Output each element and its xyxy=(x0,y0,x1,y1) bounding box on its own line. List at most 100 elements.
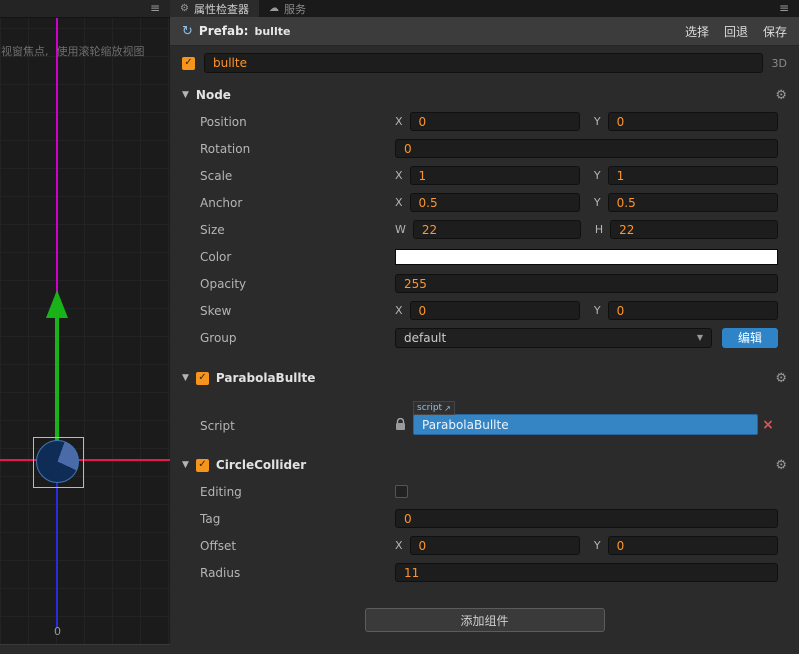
footer: 添加组件 xyxy=(170,608,799,632)
menu-icon[interactable]: ≡ xyxy=(150,1,160,15)
axis-x-label: X xyxy=(395,304,403,317)
inspector-panel: ⚙ 属性检查器 ☁ 服务 ≡ ↻ Prefab: bullte 选择 回退 保存… xyxy=(170,0,799,654)
scale-x-input[interactable] xyxy=(409,166,580,185)
prefab-sync-icon: ↻ xyxy=(182,23,193,39)
skew-y-input[interactable] xyxy=(607,301,778,320)
gear-icon[interactable]: ⚙ xyxy=(775,458,787,473)
script-badge-label: script xyxy=(417,403,443,413)
color-swatch[interactable] xyxy=(395,248,778,265)
prefab-select-link[interactable]: 选择 xyxy=(685,23,709,40)
property-row-rotation: Rotation xyxy=(170,135,799,162)
prefab-bar: ↻ Prefab: bullte 选择 回退 保存 xyxy=(170,17,799,46)
property-row-scale: Scale X Y xyxy=(170,162,799,189)
anchor-x-input[interactable] xyxy=(409,193,580,212)
scale-y-input[interactable] xyxy=(607,166,778,185)
axis-y-label: Y xyxy=(593,115,601,128)
bullet-sprite[interactable] xyxy=(36,440,79,483)
property-label: Size xyxy=(200,222,225,237)
offset-x-input[interactable] xyxy=(409,536,580,555)
scene-grid xyxy=(0,0,170,654)
prefab-revert-link[interactable]: 回退 xyxy=(724,23,748,40)
offset-y-input[interactable] xyxy=(607,536,778,555)
remove-script-button[interactable]: × xyxy=(758,417,778,433)
scene-view[interactable]: 0 视窗焦点, 使用滚轮缩放视图 ≡ xyxy=(0,0,171,654)
scene-hint-right: 使用滚轮缩放视图 xyxy=(56,45,145,58)
property-label: Offset xyxy=(200,538,237,553)
group-dropdown[interactable]: default ▼ xyxy=(395,327,712,348)
scene-hint-left: 视窗焦点, xyxy=(1,45,49,58)
section-title: CircleCollider xyxy=(215,458,307,472)
property-row-position: Position X Y xyxy=(170,108,799,135)
move-gizmo-y-arrowhead[interactable] xyxy=(46,290,68,318)
collapse-arrow-icon[interactable]: ▼ xyxy=(182,460,189,470)
external-link-icon: ↗ xyxy=(444,403,451,413)
skew-x-input[interactable] xyxy=(409,301,580,320)
chevron-down-icon: ▼ xyxy=(696,333,703,342)
component-enabled-checkbox[interactable]: ✓ xyxy=(195,458,209,472)
property-label: Opacity xyxy=(200,276,247,291)
gear-icon[interactable]: ⚙ xyxy=(775,88,787,103)
collapse-arrow-icon[interactable]: ▼ xyxy=(182,373,189,383)
tab-inspector[interactable]: ⚙ 属性检查器 xyxy=(170,0,259,17)
property-row-radius: Radius xyxy=(170,559,799,586)
axis-x-label: X xyxy=(395,115,403,128)
property-label: Scale xyxy=(200,168,233,183)
property-label: Editing xyxy=(200,484,242,499)
size-w-input[interactable] xyxy=(412,220,581,239)
radius-input[interactable] xyxy=(395,563,778,582)
group-edit-button[interactable]: 编辑 xyxy=(722,327,778,348)
position-x-input[interactable] xyxy=(409,112,580,131)
property-label: Position xyxy=(200,114,247,129)
section-header-parabolabullte: ▼ ✓ ParabolaBullte ⚙ xyxy=(170,365,799,391)
gear-icon: ⚙ xyxy=(180,3,189,14)
property-row-offset: Offset X Y xyxy=(170,532,799,559)
lock-icon[interactable] xyxy=(395,418,408,431)
check-icon: ✓ xyxy=(198,459,207,470)
property-row-size: Size W H xyxy=(170,216,799,243)
rotation-input[interactable] xyxy=(395,139,778,158)
axis-w-label: W xyxy=(395,223,406,236)
property-label: Group xyxy=(200,330,237,345)
script-type-badge: script ↗ xyxy=(413,401,455,415)
anchor-y-input[interactable] xyxy=(607,193,778,212)
position-y-input[interactable] xyxy=(607,112,778,131)
property-row-editing: Editing xyxy=(170,478,799,505)
property-label: Rotation xyxy=(200,141,251,156)
collapse-arrow-icon[interactable]: ▼ xyxy=(182,90,189,100)
panel-menu-icon[interactable]: ≡ xyxy=(779,1,789,15)
component-enabled-checkbox[interactable]: ✓ xyxy=(195,371,209,385)
node-name-row: ✓ 3D xyxy=(170,46,799,76)
service-icon: ☁ xyxy=(268,3,279,14)
section-header-circlecollider: ▼ ✓ CircleCollider ⚙ xyxy=(170,452,799,478)
axis-y-label: Y xyxy=(593,304,601,317)
mode-3d-toggle[interactable]: 3D xyxy=(772,57,787,70)
axis-y-label: Y xyxy=(593,196,601,209)
axis-x-label: X xyxy=(395,539,403,552)
node-name-input[interactable] xyxy=(204,53,763,73)
opacity-input[interactable] xyxy=(395,274,778,293)
tag-input[interactable] xyxy=(395,509,778,528)
gear-icon[interactable]: ⚙ xyxy=(775,371,787,386)
axis-y-label: Y xyxy=(593,169,601,182)
scene-status-bar xyxy=(0,644,170,654)
prefab-save-link[interactable]: 保存 xyxy=(763,23,787,40)
axis-h-label: H xyxy=(594,223,604,236)
check-icon: ✓ xyxy=(184,57,193,68)
add-component-button[interactable]: 添加组件 xyxy=(364,608,605,632)
size-h-input[interactable] xyxy=(610,220,779,239)
prefab-label: Prefab: xyxy=(198,24,249,38)
editing-checkbox[interactable] xyxy=(395,485,408,498)
tab-service[interactable]: ☁ 服务 xyxy=(259,0,316,17)
check-icon: ✓ xyxy=(198,372,207,383)
property-label: Radius xyxy=(200,565,241,580)
property-row-script: Script script ↗ ParabolaBullte × xyxy=(170,391,799,438)
tab-service-label: 服务 xyxy=(283,2,306,16)
x-axis-line xyxy=(0,459,170,461)
axis-x-label: X xyxy=(395,196,403,209)
property-row-group: Group default ▼ 编辑 xyxy=(170,324,799,351)
property-label: Tag xyxy=(200,511,221,526)
group-dropdown-value: default xyxy=(404,330,447,345)
node-active-checkbox[interactable]: ✓ xyxy=(182,56,195,70)
script-asset-field[interactable]: ParabolaBullte xyxy=(413,414,758,435)
property-label: Color xyxy=(200,249,232,264)
